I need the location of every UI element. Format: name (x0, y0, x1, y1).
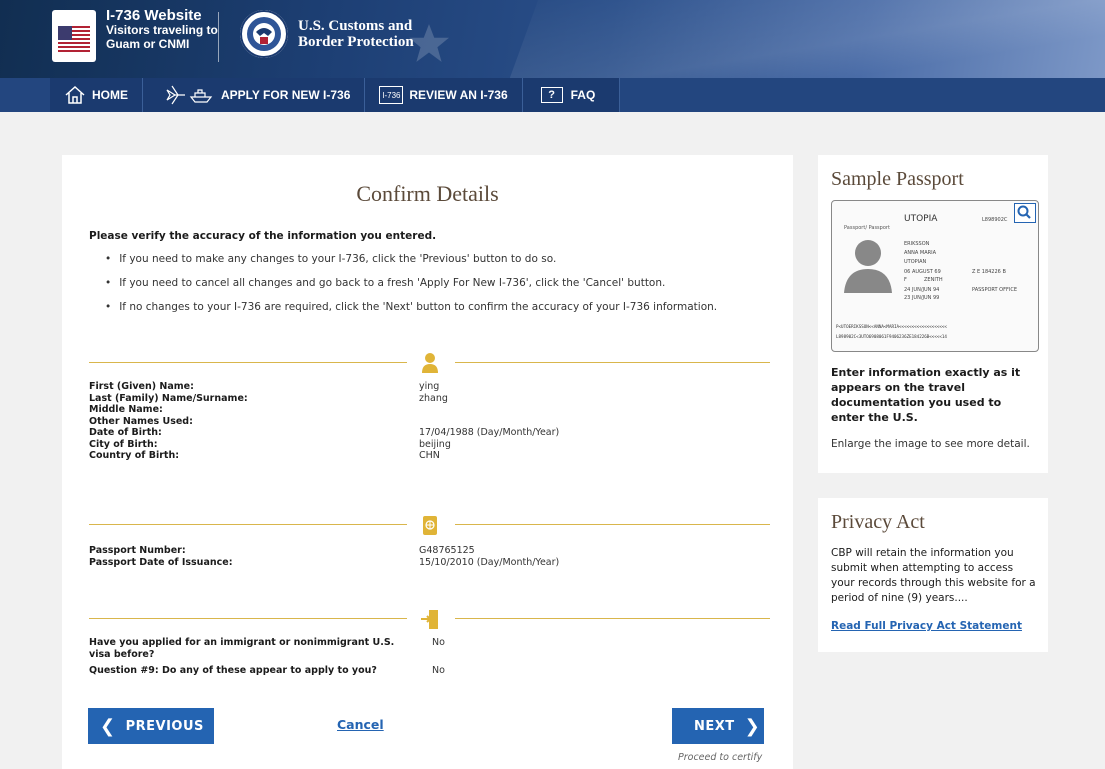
nav-faq-label: FAQ (570, 88, 596, 102)
passport-section-divider (89, 514, 770, 536)
site-banner: I-736 Website Visitors traveling to Guam… (0, 0, 1105, 78)
nav-home[interactable]: HOME (50, 78, 143, 112)
agency-line1: U.S. Customs and (298, 18, 413, 34)
banner-decoration (494, 0, 1105, 78)
privacy-act-panel: Privacy Act CBP will retain the informat… (818, 498, 1048, 652)
privacy-act-link[interactable]: Read Full Privacy Act Statement (831, 620, 1022, 632)
sample-passport-title: Sample Passport (831, 168, 964, 190)
passport-enlarge-note: Enlarge the image to see more detail. (831, 438, 1030, 450)
passport-mrz-line2: L898902C<3UTO6908061F9406236ZE184226B<<<… (836, 334, 947, 339)
question-row: Question #9: Do any of these appear to a… (89, 665, 445, 676)
passport-pob: ZENITH (924, 277, 943, 283)
header-divider (218, 12, 219, 62)
passport-expiry-date: 23 JUN/JUN 99 (904, 295, 939, 301)
magnify-button[interactable] (1014, 203, 1036, 223)
previous-label: PREVIOUS (125, 718, 204, 734)
instruction-item: If you need to make any changes to your … (105, 252, 717, 276)
passport-dob: 06 AUGUST 69 (904, 269, 941, 275)
dhs-seal-icon (240, 10, 288, 58)
privacy-act-title: Privacy Act (831, 511, 925, 533)
chevron-right-icon: ❯ (744, 715, 761, 737)
privacy-act-text: CBP will retain the information you subm… (831, 547, 1036, 604)
passport-instruction: Enter information exactly as it appears … (831, 366, 1021, 424)
confirm-details-card: Confirm Details Please verify the accura… (62, 155, 793, 769)
passport-sex: F (904, 277, 907, 283)
passport-mrz-line1: P<UTOERIKSSON<<ANNA<MARIA<<<<<<<<<<<<<<<… (836, 324, 947, 329)
next-label: NEXT (694, 718, 735, 734)
exit-door-icon (421, 610, 438, 629)
passport-image-art: Passport/ Passport UTOPIA ERIKSSON ANNA … (836, 214, 1017, 339)
next-button[interactable]: NEXT ❯ (672, 708, 764, 744)
star-icon (409, 24, 449, 62)
site-title-block[interactable]: I-736 Website Visitors traveling to Guam… (106, 7, 218, 51)
chevron-left-icon: ❮ (100, 715, 116, 737)
site-subtitle-line1: Visitors traveling to (106, 23, 218, 37)
cancel-link[interactable]: Cancel (337, 717, 384, 732)
instructions-list: If you need to make any changes to your … (105, 252, 717, 324)
airplane-ship-icon (166, 85, 213, 105)
nav-review[interactable]: I-736 REVIEW AN I-736 (365, 78, 523, 112)
faq-icon: ? (540, 87, 563, 103)
passport-country: UTOPIA (904, 214, 938, 224)
page-title: Confirm Details (356, 181, 499, 206)
previous-button[interactable]: ❮ PREVIOUS (88, 708, 214, 744)
passport-nationality: UTOPIAN (904, 259, 927, 265)
passport-issue-date: 24 JUN/JUN 94 (904, 287, 939, 293)
sample-passport-image[interactable]: Passport/ Passport UTOPIA ERIKSSON ANNA … (831, 200, 1039, 352)
passport-doc-label: Passport/ Passport (844, 225, 890, 231)
site-title: I-736 Website (106, 7, 202, 24)
passport-personal-no: Z E 184226 B (972, 269, 1006, 275)
proceed-text: Proceed to certify (678, 752, 763, 763)
agency-name: U.S. Customs and Border Protection (298, 18, 414, 50)
us-flag-icon (58, 26, 90, 52)
nav-faq[interactable]: ? FAQ (523, 78, 621, 112)
site-subtitle-line2: Guam or CNMI (106, 37, 190, 51)
agency-line2: Border Protection (298, 34, 414, 50)
passport-surname: ERIKSSON (904, 241, 930, 247)
intro-text: Please verify the accuracy of the inform… (89, 230, 437, 242)
passport-icon (423, 516, 437, 535)
nav-review-label: REVIEW AN I-736 (409, 88, 508, 102)
home-icon (65, 85, 85, 104)
site-logo[interactable] (52, 10, 96, 62)
instruction-item: If no changes to your I-736 are required… (105, 300, 717, 324)
passport-given-names: ANNA MARIA (904, 250, 937, 256)
instruction-item: If you need to cancel all changes and go… (105, 276, 717, 300)
passport-number: L898902C (982, 217, 1008, 223)
nav-apply[interactable]: APPLY FOR NEW I-736 (143, 78, 366, 112)
passport-authority: PASSPORT OFFICE (972, 287, 1017, 293)
nav-apply-label: APPLY FOR NEW I-736 (221, 88, 351, 102)
question-row: Have you applied for an immigrant or non… (89, 637, 445, 660)
person-icon (422, 353, 438, 373)
nav-home-label: HOME (92, 88, 128, 102)
magnify-icon (1017, 205, 1031, 219)
personal-section-divider (89, 352, 770, 374)
sample-passport-panel: Sample Passport Passport/ Passport UTOPI… (818, 155, 1048, 473)
main-nav: HOME APPLY FOR NEW I-736 I-736 REVIEW AN… (0, 78, 1105, 112)
i736-icon: I-736 (379, 86, 404, 104)
questions-section-divider (89, 608, 770, 630)
